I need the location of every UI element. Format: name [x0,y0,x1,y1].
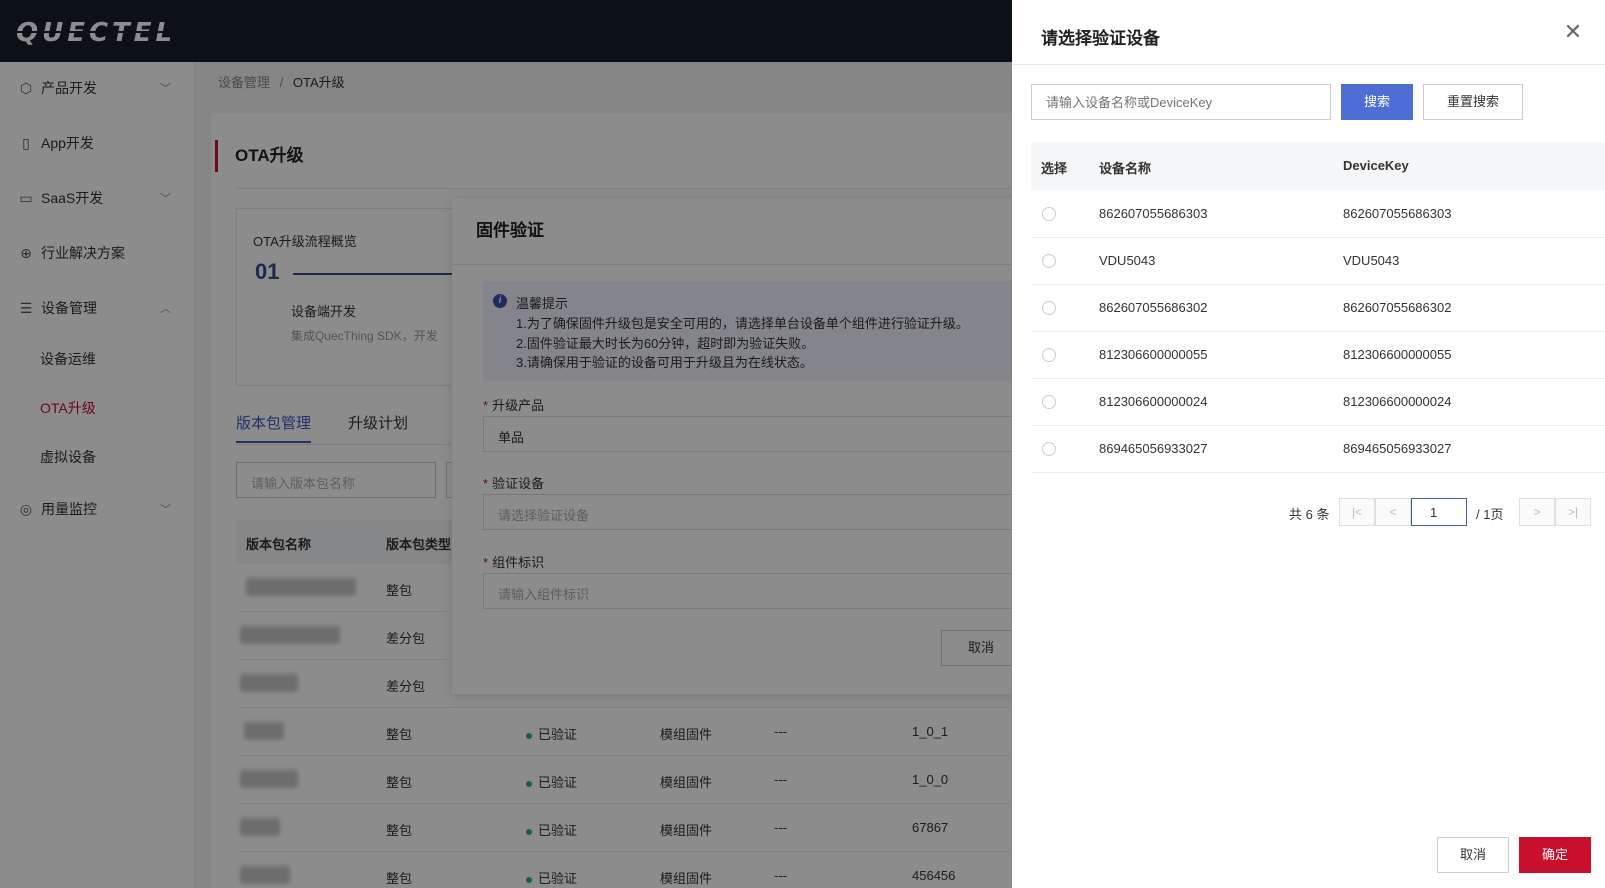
first-page-icon[interactable]: |< [1339,498,1375,526]
device-key: 862607055686302 [1343,300,1452,315]
device-key: 869465056933027 [1343,441,1452,456]
select-radio[interactable] [1042,442,1056,456]
device-name: 862607055686302 [1099,300,1208,315]
device-key: 862607055686303 [1343,206,1452,221]
search-button[interactable]: 搜索 [1341,84,1413,120]
column-header-select: 选择 [1041,161,1068,176]
select-radio[interactable] [1042,348,1056,362]
reset-search-button[interactable]: 重置搜索 [1423,84,1523,120]
close-icon[interactable]: ✕ [1561,20,1585,44]
confirm-button[interactable]: 确定 [1519,837,1591,873]
select-radio[interactable] [1042,254,1056,268]
device-key: VDU5043 [1343,253,1400,268]
drawer-title: 请选择验证设备 [1041,29,1160,48]
device-name: 862607055686303 [1099,206,1208,221]
cancel-button[interactable]: 取消 [1437,837,1509,873]
device-row[interactable]: 862607055686302 862607055686302 [1031,284,1605,332]
select-radio[interactable] [1042,301,1056,315]
device-key: 812306600000024 [1343,394,1452,409]
column-header-name: 设备名称 [1099,161,1152,176]
select-radio[interactable] [1042,395,1056,409]
device-row[interactable]: VDU5043 VDU5043 [1031,237,1605,285]
next-page-icon[interactable]: > [1519,498,1555,526]
device-name: 869465056933027 [1099,441,1208,456]
pagination-pages: / 1页 [1476,507,1504,522]
divider [1012,64,1605,65]
select-device-drawer: 请选择验证设备 ✕ 搜索 重置搜索 选择 设备名称 DeviceKey 8626… [1012,0,1605,888]
page-number-input[interactable] [1411,498,1467,526]
last-page-icon[interactable]: >| [1555,498,1591,526]
pagination-total: 共 6 条 [1289,507,1330,522]
device-name: 812306600000024 [1099,394,1208,409]
device-row[interactable]: 812306600000024 812306600000024 [1031,378,1605,426]
select-radio[interactable] [1042,207,1056,221]
column-header-key: DeviceKey [1343,158,1409,173]
prev-page-icon[interactable]: < [1375,498,1411,526]
device-key: 812306600000055 [1343,347,1452,362]
device-name: VDU5043 [1099,253,1156,268]
device-row[interactable]: 862607055686303 862607055686303 [1031,190,1605,238]
device-name: 812306600000055 [1099,347,1208,362]
device-search-input[interactable] [1031,84,1331,120]
device-table-header: 选择 设备名称 DeviceKey [1031,142,1605,190]
device-row[interactable]: 812306600000055 812306600000055 [1031,331,1605,379]
device-row[interactable]: 869465056933027 869465056933027 [1031,425,1605,473]
